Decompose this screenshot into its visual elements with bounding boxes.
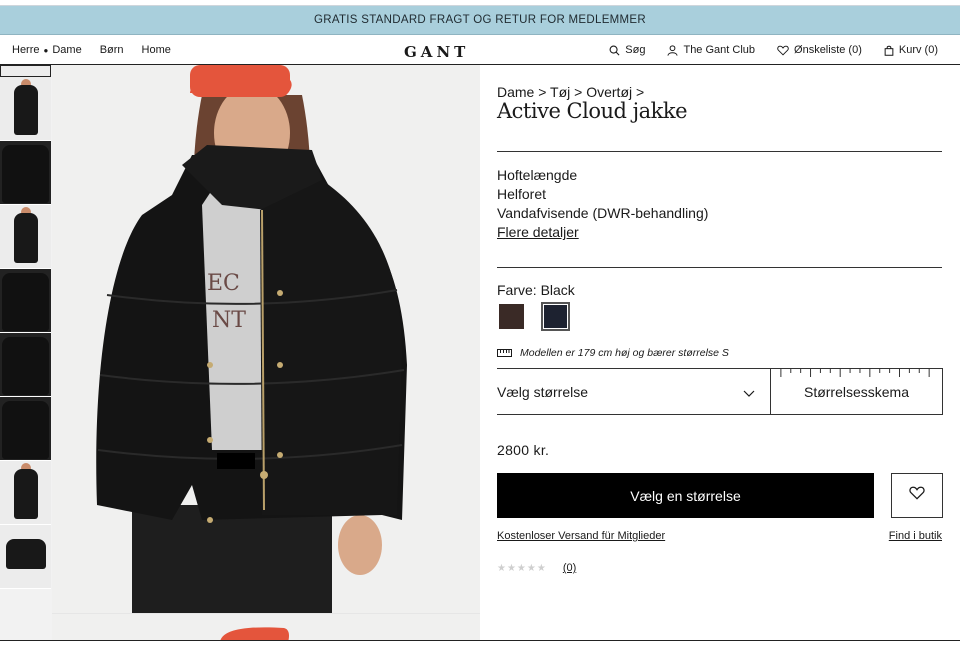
nav-active-dot: ● — [43, 45, 49, 55]
model-photo-illustration: EC NT — [52, 65, 480, 613]
size-chart-label: Størrelsesskema — [803, 383, 910, 400]
more-details-link[interactable]: Flere detaljer — [497, 224, 579, 240]
product-title: Active Cloud jakke — [497, 99, 688, 123]
cart-button[interactable]: Kurv (0) — [884, 44, 938, 56]
size-select-label: Vælg størrelse — [497, 383, 589, 400]
main-navigation: Herre ● Dame Børn Home GANT Søg The Gant… — [0, 36, 960, 65]
chevron-down-icon — [743, 384, 755, 400]
thumbnail-image[interactable] — [0, 333, 51, 397]
model-size-note: Modellen er 179 cm høj og bærer størrels… — [497, 347, 729, 359]
add-to-wishlist-button[interactable] — [891, 473, 943, 518]
second-product-image-peek[interactable] — [52, 613, 480, 641]
wishlist-label: Ønskeliste (0) — [794, 44, 862, 56]
thumbnail-image[interactable] — [0, 525, 51, 589]
cap-peek-illustration — [220, 627, 289, 641]
gant-logo[interactable]: GANT — [404, 43, 469, 61]
nav-categories: Herre ● Dame Børn Home — [12, 44, 189, 56]
feature-item: Helforet — [497, 186, 547, 202]
breadcrumb[interactable]: Dame > Tøj > Overtøj > — [497, 84, 644, 100]
divider — [0, 640, 960, 641]
feature-item: Hoftelængde — [497, 167, 578, 183]
thumbnail-image[interactable] — [0, 269, 51, 333]
ruler-icon — [497, 349, 512, 357]
svg-text:NT: NT — [212, 308, 246, 333]
nav-item-home[interactable]: Home — [142, 44, 171, 56]
nav-utilities: Søg The Gant Club Ønskeliste (0) Kurv (0… — [587, 44, 938, 56]
divider — [497, 267, 942, 268]
model-size-text: Modellen er 179 cm høj og bærer størrels… — [520, 347, 729, 359]
gant-club-button[interactable]: The Gant Club — [667, 44, 755, 56]
color-swatch-black[interactable] — [541, 302, 570, 331]
nav-item-born[interactable]: Børn — [100, 44, 124, 56]
search-button[interactable]: Søg — [609, 44, 645, 56]
divider — [497, 151, 942, 152]
free-shipping-link[interactable]: Kostenloser Versand für Mitglieder — [497, 530, 665, 542]
find-in-store-link[interactable]: Find i butik — [889, 530, 942, 542]
thumbnail-image[interactable] — [0, 205, 51, 269]
feature-list: Hoftelængde Helforet Vandafvisende (DWR-… — [497, 166, 708, 242]
thumbnail-image[interactable] — [0, 65, 51, 77]
wishlist-button[interactable]: Ønskeliste (0) — [777, 44, 862, 56]
color-swatch-brown[interactable] — [499, 304, 524, 329]
promo-banner[interactable]: GRATIS STANDARD FRAGT OG RETUR FOR MEDLE… — [0, 6, 960, 35]
thumbnail-image[interactable] — [0, 397, 51, 461]
search-icon — [609, 45, 620, 56]
thumbnail-image[interactable] — [0, 141, 51, 205]
thumbnail-image[interactable] — [0, 77, 51, 141]
search-label: Søg — [625, 44, 646, 56]
thumbnail-rail — [0, 65, 52, 641]
select-size-button-label: Vælg en størrelse — [630, 487, 741, 504]
nav-item-herre[interactable]: Herre — [12, 44, 40, 56]
product-price: 2800 kr. — [497, 442, 550, 458]
ruler-ticks-decoration — [780, 369, 930, 377]
select-size-button[interactable]: Vælg en størrelse — [497, 473, 874, 518]
size-chart-button[interactable]: Størrelsesskema — [770, 368, 943, 415]
color-label: Farve: Black — [497, 282, 575, 298]
user-icon — [667, 44, 679, 56]
thumbnail-image[interactable] — [0, 461, 51, 525]
heart-icon — [909, 486, 925, 505]
rating-summary: ★★★★★ (0) — [497, 562, 576, 574]
product-info-panel: Dame > Tøj > Overtøj > Active Cloud jakk… — [480, 65, 960, 641]
product-main-image[interactable]: EC NT — [52, 65, 480, 613]
gant-club-label: The Gant Club — [683, 44, 756, 56]
nav-item-dame[interactable]: Dame — [52, 44, 81, 56]
review-count-link[interactable]: (0) — [563, 562, 576, 574]
bag-icon — [884, 45, 894, 56]
star-rating-icon: ★★★★★ — [497, 562, 547, 574]
size-select-dropdown[interactable]: Vælg størrelse — [497, 368, 771, 415]
svg-text:EC: EC — [207, 271, 240, 296]
feature-item: Vandafvisende (DWR-behandling) — [497, 205, 709, 221]
promo-banner-text: GRATIS STANDARD FRAGT OG RETUR FOR MEDLE… — [313, 14, 647, 26]
cart-label: Kurv (0) — [898, 44, 938, 56]
heart-icon — [777, 45, 789, 56]
